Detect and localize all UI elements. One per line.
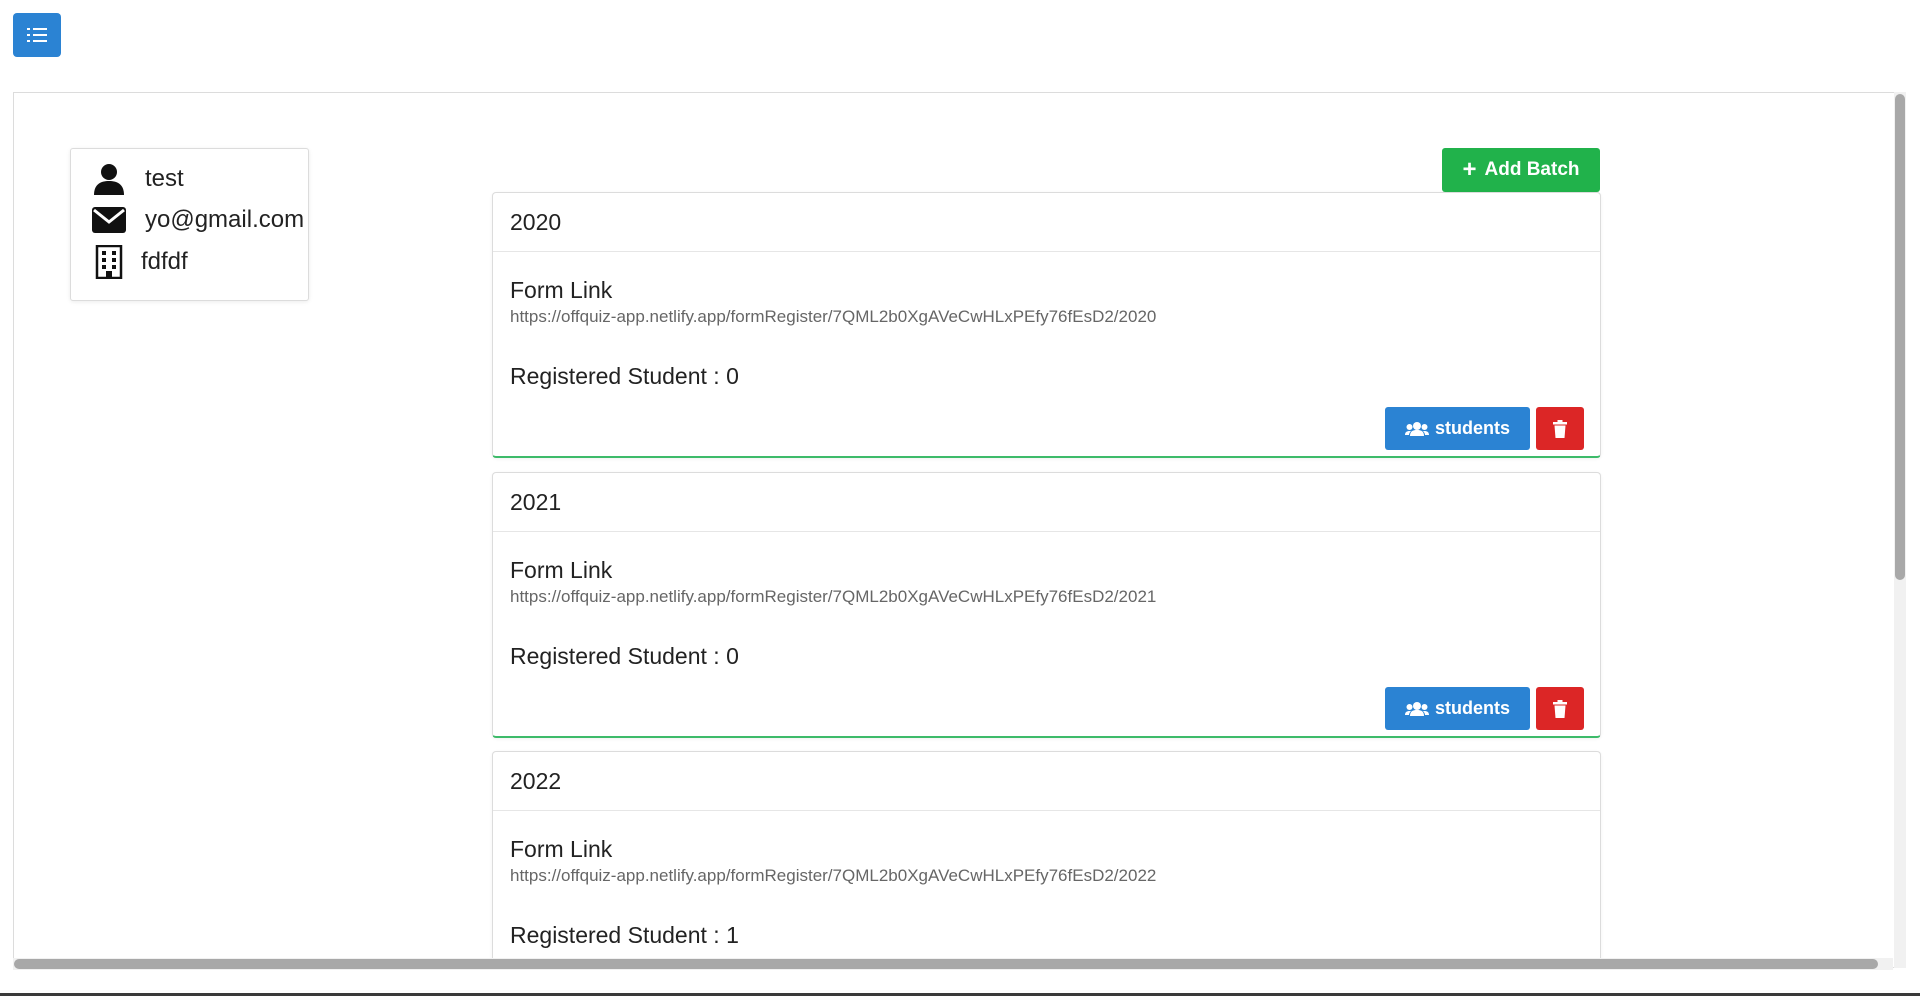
batch-year: 2020 [493,193,1600,252]
vertical-scrollbar-thumb[interactable] [1895,94,1905,580]
users-icon [1404,421,1429,436]
profile-email: yo@gmail.com [145,206,305,233]
form-link-label: Form Link [510,277,613,303]
menu-toggle-button[interactable] [13,13,61,57]
content-frame: test yo@gmail.com fdfdf + Add Batch 2020… [13,92,1906,968]
envelope-icon [91,202,127,238]
batch-card-2020: 2020 Form Link https://offquiz-app.netli… [492,192,1601,458]
form-link-url[interactable]: https://offquiz-app.netlify.app/formRegi… [510,866,1583,886]
batch-card-2021: 2021 Form Link https://offquiz-app.netli… [492,472,1601,738]
building-icon [91,244,127,280]
profile-card: test yo@gmail.com fdfdf [70,148,309,301]
user-icon [91,161,127,197]
students-button[interactable]: students [1385,687,1530,730]
batch-year: 2021 [493,473,1600,532]
registered-count: Registered Student : 0 [510,363,739,389]
registered-count: Registered Student : 1 [510,922,739,948]
batch-card-2022: 2022 Form Link https://offquiz-app.netli… [492,751,1601,967]
profile-org-row: fdfdf [91,244,188,280]
form-link-label: Form Link [510,557,613,583]
students-button[interactable]: students [1385,407,1530,450]
plus-icon: + [1462,156,1477,183]
trash-icon [1553,699,1567,718]
users-icon [1404,701,1429,716]
students-label: students [1434,698,1510,718]
profile-name: test [145,165,184,192]
list-check-icon [27,28,47,42]
students-label: students [1434,418,1510,438]
registered-count: Registered Student : 0 [510,643,739,669]
form-link-label: Form Link [510,836,613,862]
delete-batch-button[interactable] [1536,407,1584,450]
delete-batch-button[interactable] [1536,687,1584,730]
profile-email-row: yo@gmail.com [91,202,304,238]
batch-year: 2022 [493,752,1600,811]
horizontal-scrollbar-thumb[interactable] [14,959,1878,969]
add-batch-label: Add Batch [1484,159,1580,180]
trash-icon [1553,419,1567,438]
form-link-url[interactable]: https://offquiz-app.netlify.app/formRegi… [510,307,1583,327]
form-link-url[interactable]: https://offquiz-app.netlify.app/formRegi… [510,587,1583,607]
profile-organization: fdfdf [141,248,188,275]
profile-name-row: test [91,161,184,197]
add-batch-button[interactable]: + Add Batch [1442,148,1600,192]
